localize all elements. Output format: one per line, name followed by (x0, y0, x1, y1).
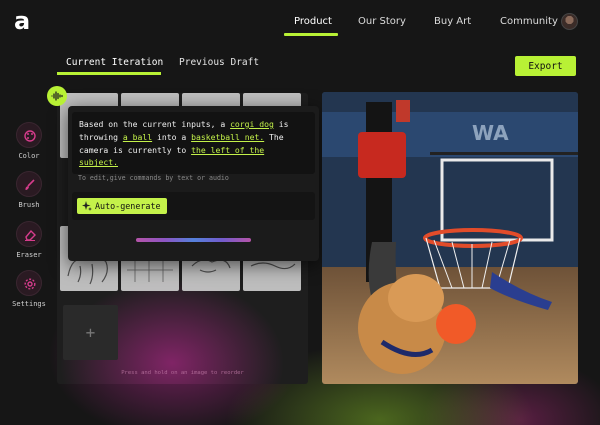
edit-hint: To edit,give commands by text or audio (78, 174, 229, 182)
brand-logo[interactable]: a (14, 9, 36, 34)
brush-icon (16, 171, 42, 197)
tab-current-iteration[interactable]: Current Iteration (66, 57, 163, 68)
audio-waveform (136, 238, 251, 242)
generate-row: Auto-generate (72, 192, 315, 220)
tool-color[interactable]: Color (10, 122, 48, 160)
ai-prompt-card: Based on the current inputs, a corgi dog… (68, 106, 319, 261)
add-image-button[interactable]: + (63, 305, 118, 360)
description-text: into a (152, 131, 192, 142)
video-scene: WA (322, 92, 578, 384)
tool-eraser[interactable]: Eraser (10, 221, 48, 259)
tool-brush[interactable]: Brush (10, 171, 48, 209)
auto-generate-label: Auto-generate (95, 201, 161, 211)
keyword-object[interactable]: a ball (123, 132, 152, 142)
tool-label-brush: Brush (18, 201, 40, 209)
tab-previous-draft[interactable]: Previous Draft (179, 57, 259, 68)
auto-generate-button[interactable]: Auto-generate (77, 198, 167, 214)
nav-item-product[interactable]: Product (294, 16, 332, 27)
arena-sign-text: WA (472, 121, 509, 145)
tab-active-indicator (57, 72, 161, 75)
reorder-hint: Press and hold on an image to reorder (121, 370, 244, 376)
nav-item-community[interactable]: Community (500, 16, 558, 27)
nav-item-buy-art[interactable]: Buy Art (434, 16, 471, 27)
tool-label-color: Color (18, 152, 40, 160)
tool-label-eraser: Eraser (16, 251, 42, 259)
tool-settings[interactable]: Settings (10, 270, 48, 308)
keyword-target[interactable]: basketball net. (191, 132, 264, 142)
voice-input-icon[interactable] (47, 86, 67, 106)
palette-icon (16, 122, 42, 148)
scene-description[interactable]: Based on the current inputs, a corgi dog… (72, 112, 315, 174)
tool-label-settings: Settings (12, 300, 46, 308)
nav-active-indicator (284, 33, 338, 36)
gear-icon (16, 270, 42, 296)
keyword-subject[interactable]: corgi dog (230, 119, 274, 129)
nav-item-our-story[interactable]: Our Story (358, 16, 406, 27)
export-button[interactable]: Export (515, 56, 576, 76)
description-text: Based on the current inputs, a (79, 119, 231, 129)
avatar[interactable] (561, 13, 578, 30)
sparkle-icon (82, 201, 92, 211)
eraser-icon (16, 221, 42, 247)
video-preview[interactable]: WA (322, 92, 578, 384)
